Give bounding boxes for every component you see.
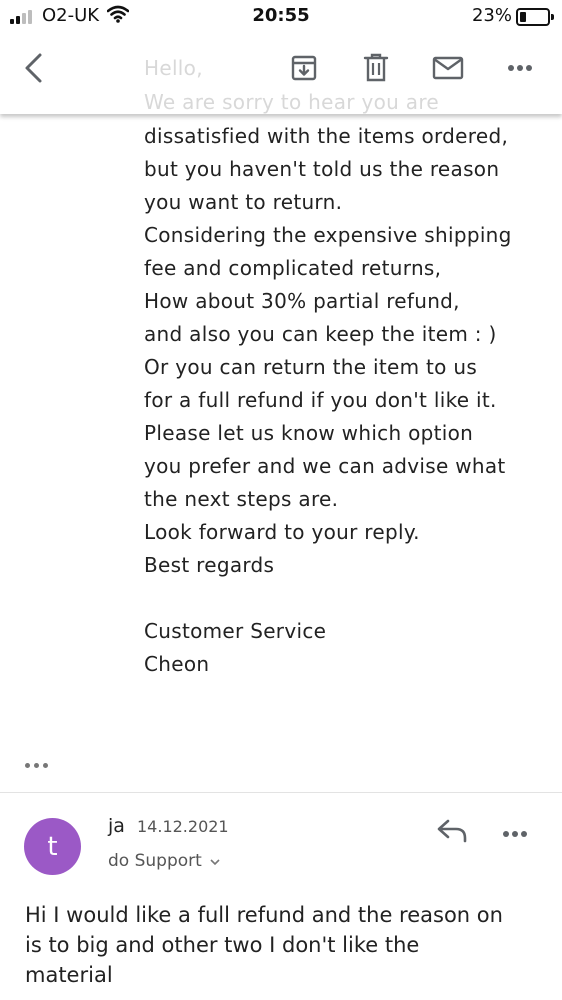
show-trimmed-content-button[interactable] (25, 757, 55, 773)
reply-button[interactable] (436, 818, 476, 854)
faded-line: We are sorry to hear you are (144, 90, 440, 114)
message-date: 14.12.2021 (137, 817, 229, 836)
more-icon (503, 831, 527, 837)
recipient-label: do Support (108, 851, 202, 871)
mail-icon (432, 56, 464, 80)
reply-line: is to big and other two I don't like the (25, 933, 420, 957)
message-line: dissatisfied with the items ordered, (144, 124, 509, 148)
message-line: Best regards (144, 553, 275, 577)
mark-unread-button[interactable] (428, 48, 468, 88)
reply-body: Hi I would like a full refund and the re… (25, 900, 555, 990)
message-line: Cheon (144, 652, 210, 676)
message-line: and also you can keep the item : ) (144, 322, 497, 346)
recipient-details[interactable]: do Support (108, 851, 221, 871)
message-line: you want to return. (144, 190, 343, 214)
status-bar: O2-UK 20:55 23% (0, 0, 562, 32)
battery-icon (516, 8, 554, 26)
avatar[interactable]: t (24, 818, 81, 875)
archive-icon (291, 55, 317, 81)
back-button[interactable] (14, 48, 54, 88)
chevron-down-icon (210, 859, 220, 866)
sender-name: ja (108, 815, 125, 837)
delete-button[interactable] (356, 48, 396, 88)
more-icon (508, 65, 532, 71)
back-icon (25, 53, 42, 83)
trash-icon (363, 53, 389, 82)
archive-button[interactable] (284, 48, 324, 88)
battery-percent: 23% (471, 5, 512, 26)
more-options-button[interactable] (500, 48, 540, 88)
message-line: Considering the expensive shipping (144, 223, 512, 247)
faded-greeting: Hello, (144, 56, 203, 80)
message-line: Or you can return the item to us (144, 355, 478, 379)
message-line: Please let us know which option (144, 421, 474, 445)
message-line: the next steps are. (144, 487, 339, 511)
message-line: Customer Service (144, 619, 327, 643)
reply-line: Hi I would like a full refund and the re… (25, 903, 503, 927)
message-line: you prefer and we can advise what (144, 454, 506, 478)
message-line: fee and complicated returns, (144, 256, 442, 280)
reply-line: material (25, 963, 113, 987)
divider (0, 792, 562, 793)
message-line: Look forward to your reply. (144, 520, 420, 544)
message-line: but you haven't told us the reason (144, 157, 500, 181)
message-more-button[interactable] (502, 818, 542, 854)
message-body: dissatisfied with the items ordered, but … (144, 120, 554, 681)
message-line: for a full refund if you don't like it. (144, 388, 497, 412)
reply-icon (437, 819, 467, 843)
message-line: How about 30% partial refund, (144, 289, 460, 313)
message-toolbar: Hello, We are sorry to hear you are (0, 32, 562, 114)
